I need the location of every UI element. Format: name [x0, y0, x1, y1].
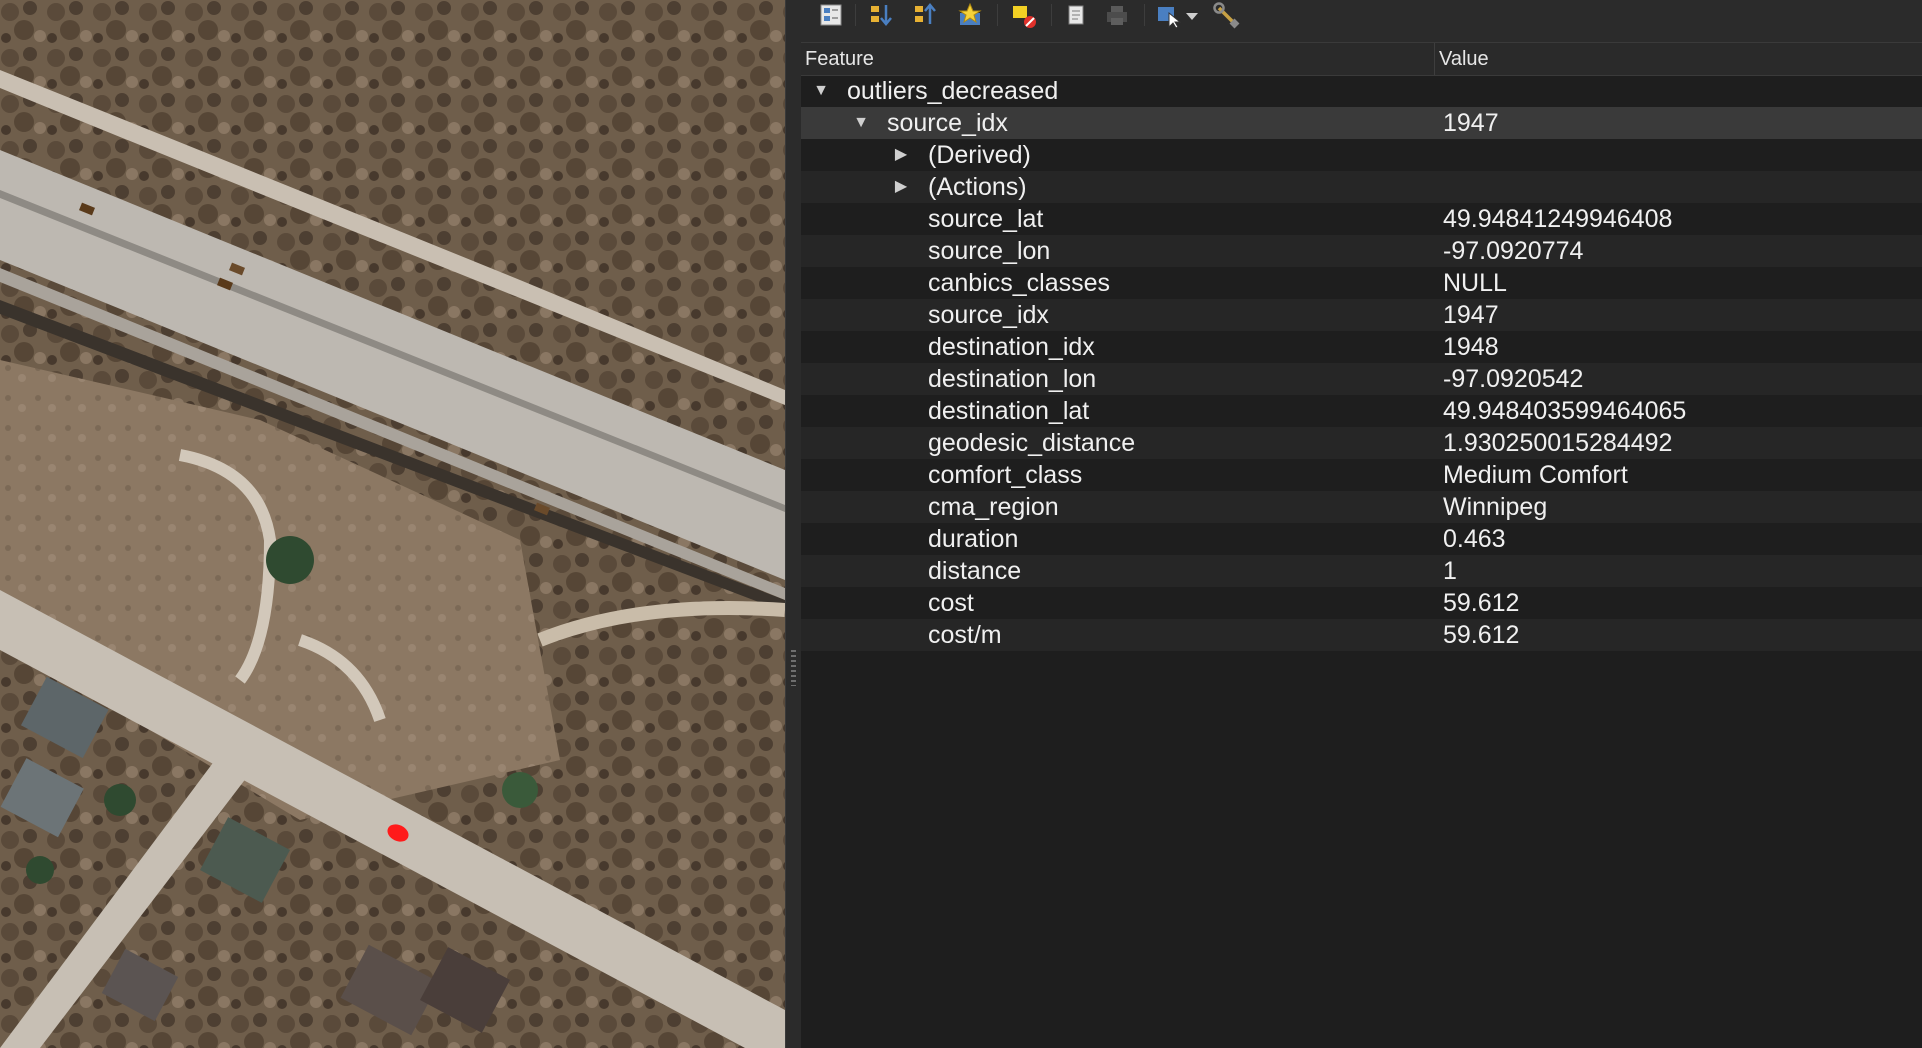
splitter-grip[interactable] [791, 650, 796, 686]
identify-settings-button[interactable] [1211, 2, 1243, 30]
feature-label: source_idx [887, 109, 1008, 137]
identify-mode-button[interactable] [1153, 2, 1185, 30]
copy-feature-button[interactable] [1060, 2, 1092, 30]
actions-group-row[interactable]: ▶ (Actions) [801, 171, 1922, 203]
expand-new-features-icon [871, 5, 892, 26]
attribute-row[interactable]: destination_lon -97.0920542 [801, 363, 1922, 395]
selected-point-marker[interactable] [0, 0, 785, 1048]
clear-results-button[interactable] [1008, 2, 1040, 30]
settings-wrench-icon [1213, 2, 1240, 29]
attribute-row[interactable]: comfort_class Medium Comfort [801, 459, 1922, 491]
attribute-value: 59.612 [1443, 621, 1520, 649]
highlight-features-button[interactable] [954, 2, 986, 30]
attribute-name: source_lat [928, 205, 1044, 233]
attribute-name: cost/m [928, 621, 1002, 649]
attribute-name: cma_region [928, 493, 1059, 521]
feature-row[interactable]: ▼ source_idx 1947 [801, 107, 1922, 139]
attribute-name: canbics_classes [928, 269, 1111, 297]
attribute-name: distance [928, 557, 1022, 585]
attribute-name: geodesic_distance [928, 429, 1136, 457]
attribute-row[interactable]: cost 59.612 [801, 587, 1922, 619]
attribute-name: destination_idx [928, 333, 1095, 361]
print-button[interactable] [1101, 2, 1133, 30]
attribute-row[interactable]: distance 1 [801, 555, 1922, 587]
attribute-name: destination_lat [928, 397, 1090, 425]
attribute-name: source_lon [928, 237, 1051, 265]
attribute-row[interactable]: canbics_classes NULL [801, 267, 1922, 299]
value-column-header[interactable]: Value [1434, 43, 1922, 75]
expand-new-features-button[interactable] [865, 2, 897, 30]
attribute-value: Medium Comfort [1443, 461, 1628, 489]
expand-tree-button[interactable] [815, 2, 847, 30]
print-icon [1107, 6, 1127, 25]
attribute-row[interactable]: source_idx 1947 [801, 299, 1922, 331]
collapse-tree-icon [915, 3, 936, 24]
attribute-row[interactable]: source_lat 49.94841249946408 [801, 203, 1922, 235]
expand-arrow-icon[interactable]: ▶ [889, 139, 913, 171]
panel-splitter[interactable] [785, 0, 802, 1048]
dropdown-icon [1186, 13, 1198, 20]
collapse-arrow-icon[interactable]: ▼ [849, 107, 873, 139]
derived-group-row[interactable]: ▶ (Derived) [801, 139, 1922, 171]
expand-tree-icon [820, 4, 842, 26]
attribute-row[interactable]: duration 0.463 [801, 523, 1922, 555]
attribute-row[interactable]: cma_region Winnipeg [801, 491, 1922, 523]
identify-mode-dropdown[interactable] [1182, 2, 1202, 30]
attribute-value: -97.0920774 [1443, 237, 1584, 265]
attribute-value: 59.612 [1443, 589, 1520, 617]
attribute-name: duration [928, 525, 1019, 553]
results-table-header: Feature Value [801, 42, 1922, 76]
attribute-value: 1 [1443, 557, 1457, 585]
layer-name: outliers_decreased [847, 77, 1059, 105]
feature-column-header[interactable]: Feature [801, 43, 1315, 75]
map-canvas[interactable] [0, 0, 785, 1048]
attribute-name: cost [928, 589, 974, 617]
attribute-row[interactable]: cost/m 59.612 [801, 619, 1922, 651]
attribute-value: 1947 [1443, 301, 1499, 329]
attribute-value: 49.94841249946408 [1443, 205, 1673, 233]
actions-group-label: (Actions) [928, 173, 1027, 201]
clear-results-icon [1013, 6, 1036, 28]
toolbar-separator [1051, 4, 1052, 26]
attribute-row[interactable]: destination_lat 49.948403599464065 [801, 395, 1922, 427]
attribute-value: 1948 [1443, 333, 1499, 361]
attribute-row[interactable]: geodesic_distance 1.930250015284492 [801, 427, 1922, 459]
highlight-features-icon [958, 3, 982, 25]
feature-value: 1947 [1443, 109, 1499, 137]
attribute-name: source_idx [928, 301, 1049, 329]
attribute-value: -97.0920542 [1443, 365, 1584, 393]
layer-row[interactable]: ▼ outliers_decreased [801, 75, 1922, 107]
attribute-name: comfort_class [928, 461, 1083, 489]
attribute-value: NULL [1443, 269, 1507, 297]
expand-arrow-icon[interactable]: ▶ [889, 171, 913, 203]
attribute-row[interactable]: destination_idx 1948 [801, 331, 1922, 363]
attribute-name: destination_lon [928, 365, 1097, 393]
attribute-rows: source_lat 49.94841249946408 source_lon -97… [801, 203, 1922, 651]
collapse-tree-button[interactable] [909, 2, 941, 30]
toolbar-separator [1144, 4, 1145, 26]
attribute-row[interactable]: source_lon -97.0920774 [801, 235, 1922, 267]
attribute-value: 49.948403599464065 [1443, 397, 1687, 425]
derived-group-label: (Derived) [928, 141, 1031, 169]
identify-results-panel: Feature Value ▼ outliers_decreased ▼ sou… [801, 0, 1922, 1048]
attribute-value: 1.930250015284492 [1443, 429, 1673, 457]
attribute-value: 0.463 [1443, 525, 1506, 553]
collapse-arrow-icon[interactable]: ▼ [809, 75, 833, 107]
results-tree: ▼ outliers_decreased ▼ source_idx 1947 ▶… [801, 75, 1922, 651]
toolbar-separator [855, 4, 856, 26]
identify-toolbar [801, 0, 1922, 42]
attribute-value: Winnipeg [1443, 493, 1548, 521]
identify-mode-icon [1158, 7, 1182, 29]
toolbar-separator [997, 4, 998, 26]
copy-feature-icon [1068, 5, 1084, 25]
